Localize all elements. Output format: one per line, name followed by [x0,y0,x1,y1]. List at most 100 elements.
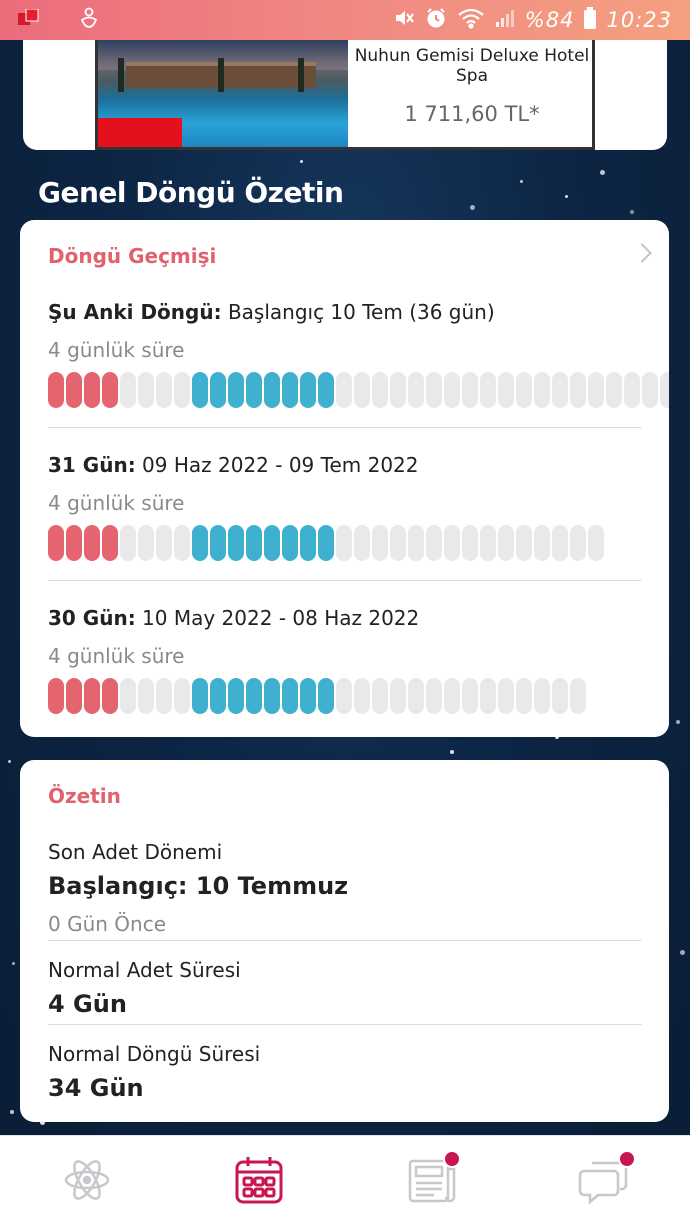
ad-banner[interactable]: Nuhun Gemisi Deluxe Hotel Spa 1 711,60 T… [95,40,595,150]
last-period-label: Son Adet Dönemi [48,840,223,864]
cycle-period-text: 4 günlük süre [48,644,185,668]
nav-calendar[interactable] [229,1154,289,1210]
normal-period-label: Normal Adet Süresi [48,958,241,982]
status-bar: %84 10:23 [0,0,690,40]
cycle-day [120,372,136,408]
cycle-day [588,372,604,408]
normal-period-row: Normal Adet Süresi 4 Gün [48,958,642,1018]
fertile-day [228,525,244,561]
cycle-day [156,678,172,714]
normal-cycle-row: Normal Döngü Süresi 34 Gün [48,1042,642,1102]
cycle-day [408,525,424,561]
fertile-day [318,678,334,714]
nav-chat[interactable] [574,1150,636,1210]
cycle-day [498,678,514,714]
cycle-day [120,678,136,714]
period-day [102,372,118,408]
fertile-day [246,525,262,561]
cycle-day [534,525,550,561]
fertile-day [264,372,280,408]
period-day [66,678,82,714]
cycle-day [660,372,669,408]
fertile-day [246,678,262,714]
clock: 10:23 [606,8,672,32]
normal-cycle-label: Normal Döngü Süresi [48,1042,261,1066]
fertile-day [210,678,226,714]
fertile-day [210,525,226,561]
cycle-day [462,525,478,561]
chevron-right-icon[interactable] [632,243,652,263]
chat-badge [618,1150,636,1168]
calendar-icon [233,1154,285,1211]
star [630,210,634,214]
period-day [48,678,64,714]
cycle-day [390,678,406,714]
divider [48,1024,642,1025]
cycle-current: Şu Anki Döngü: Başlangıç 10 Tem (36 gün)… [48,300,669,408]
last-period-value: Başlangıç: 10 Temmuz [48,872,349,900]
cycle-day [336,372,352,408]
cycle-day [552,372,568,408]
ad-red-tag [98,118,182,147]
cycle-day [138,525,154,561]
cycle-day [480,678,496,714]
cycle-day [642,372,658,408]
mute-icon [393,7,415,34]
normal-cycle-value: 34 Gün [48,1074,144,1102]
period-day [84,525,100,561]
cycle-day [336,678,352,714]
star [680,950,685,955]
cycle-period-text: 4 günlük süre [48,338,185,362]
cycle-day [624,372,640,408]
cycle-day [174,525,190,561]
fertile-day [282,678,298,714]
cycle-day [174,372,190,408]
cycle-label: 30 Gün: [48,606,136,630]
fertile-day [228,372,244,408]
star [676,720,680,724]
star [470,205,475,210]
wifi-icon [457,7,485,34]
cycle-day [354,372,370,408]
cycle-period-text: 4 günlük süre [48,491,185,515]
cycle-day [552,525,568,561]
fertile-day [228,678,244,714]
news-badge [443,1150,461,1168]
period-day [48,372,64,408]
cycle-day [606,372,622,408]
cycle-history-header: Döngü Geçmişi [48,244,217,268]
cycle-day [588,525,604,561]
section-title: Genel Döngü Özetin [38,176,344,209]
app-notification-icon [18,8,40,31]
fertile-day [282,525,298,561]
cycle-day [444,525,460,561]
period-day [84,372,100,408]
period-day [66,372,82,408]
cycle-previous-1: 31 Gün: 09 Haz 2022 - 09 Tem 2022 4 günl… [48,453,669,561]
cycle-day [552,678,568,714]
cycle-range: Başlangıç 10 Tem (36 gün) [227,300,495,324]
normal-period-value: 4 Gün [48,990,127,1018]
fertile-day [210,372,226,408]
cycle-day [570,678,586,714]
cycle-previous-2: 30 Gün: 10 May 2022 - 08 Haz 2022 4 günl… [48,606,669,714]
fertile-day [300,525,316,561]
nav-news[interactable] [401,1150,461,1210]
cycle-day [156,372,172,408]
cycle-day [336,525,352,561]
period-day [84,678,100,714]
cycle-day [426,372,442,408]
cycle-day [498,525,514,561]
cycle-range: 09 Haz 2022 - 09 Tem 2022 [142,453,419,477]
star [300,160,303,163]
cycle-history-card[interactable]: Döngü Geçmişi Şu Anki Döngü: Başlangıç 1… [20,220,669,737]
cycle-day [372,525,388,561]
cycle-day [408,372,424,408]
fertile-day [318,372,334,408]
cycle-day [390,372,406,408]
cycle-day [426,525,442,561]
nav-insights[interactable] [57,1154,117,1210]
bottom-navigation [0,1135,690,1227]
ad-banner-card[interactable]: Nuhun Gemisi Deluxe Hotel Spa 1 711,60 T… [23,40,667,150]
cycle-day [390,525,406,561]
